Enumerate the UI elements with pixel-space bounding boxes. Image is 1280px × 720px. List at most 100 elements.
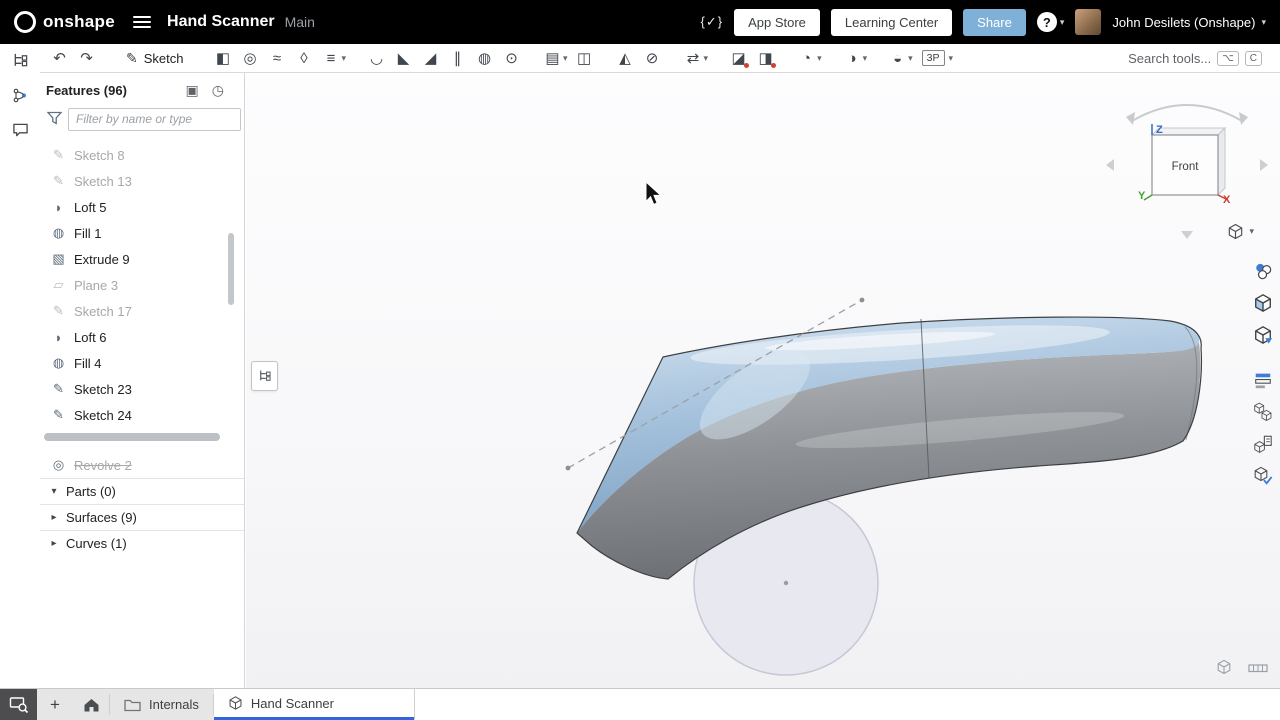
new-tab-button[interactable]: +	[37, 689, 73, 720]
rib-tool-icon[interactable]: ∥	[444, 46, 471, 70]
feature-filter-input[interactable]	[68, 108, 241, 131]
feature-item[interactable]: ◍Fill 1	[40, 220, 244, 246]
view-cube[interactable]: Front Z Y X	[1102, 83, 1272, 243]
chamfer-tool-icon[interactable]: ◣	[390, 46, 417, 70]
section-label: Parts (0)	[66, 484, 116, 499]
shell-tool-icon[interactable]: ◍	[471, 46, 498, 70]
circle-center-point[interactable]	[784, 581, 788, 585]
view-options-menu[interactable]: ▾	[1227, 223, 1254, 240]
thicken-tool-icon[interactable]: ≡	[317, 46, 344, 70]
custom-feature-chip[interactable]: 3P	[922, 50, 945, 66]
part-studio-icon	[228, 695, 243, 711]
feature-item[interactable]: ✎Sketch 23	[40, 376, 244, 402]
redo-button[interactable]: ↷	[73, 46, 100, 70]
feature-item[interactable]: ✎Sketch 24	[40, 402, 244, 428]
app-store-button[interactable]: App Store	[734, 9, 820, 36]
feature-item[interactable]: ◎Revolve 2	[40, 452, 244, 478]
move-face-tool-icon[interactable]: ◨	[752, 46, 779, 70]
appearance-panel-icon[interactable]	[1250, 258, 1276, 284]
vertical-scrollbar[interactable]	[228, 233, 234, 305]
workspace-name[interactable]: Main	[285, 14, 315, 30]
comments-icon[interactable]	[8, 118, 32, 142]
transform-tool-icon[interactable]: ⇄	[680, 46, 707, 70]
help-menu[interactable]: ? ▾	[1037, 12, 1065, 32]
rotate-west-icon	[1106, 159, 1114, 171]
versions-panel-icon[interactable]	[1250, 463, 1276, 489]
feature-item[interactable]: ◗Loft 5	[40, 194, 244, 220]
feature-label: Extrude 9	[74, 252, 130, 267]
tab-label: Hand Scanner	[251, 696, 334, 711]
onshape-app: onshape Hand Scanner Main {✓} App Store …	[0, 0, 1280, 720]
search-tools-label: Search tools...	[1128, 51, 1211, 66]
fill-icon: ◍	[51, 225, 66, 241]
linear-pattern-tool-icon[interactable]: ▤	[539, 46, 566, 70]
delete-face-tool-icon[interactable]: ◪	[725, 46, 752, 70]
chevron-down-icon[interactable]: ▾	[949, 53, 954, 64]
main-menu-icon[interactable]	[133, 16, 151, 29]
instances-panel-icon[interactable]	[1250, 399, 1276, 425]
feature-item[interactable]: ◗Loft 6	[40, 324, 244, 350]
app-header: onshape Hand Scanner Main {✓} App Store …	[0, 0, 1280, 44]
chevron-down-icon: ▾	[1249, 226, 1254, 237]
onshape-logo[interactable]: onshape	[14, 11, 115, 33]
left-rail	[0, 44, 40, 688]
comparison-panel-icon[interactable]	[1250, 367, 1276, 393]
named-views-icon[interactable]	[1250, 322, 1276, 348]
offset-surface-tool-icon[interactable]: ◔	[793, 46, 820, 70]
sketch-button[interactable]: ✎ Sketch	[114, 50, 195, 67]
feature-label: Loft 5	[74, 200, 107, 215]
learning-center-button[interactable]: Learning Center	[831, 9, 952, 36]
sweep-tool-icon[interactable]: ≈	[263, 46, 290, 70]
fillet-tool-icon[interactable]: ◡	[363, 46, 390, 70]
feature-script-icon[interactable]: {✓}	[701, 14, 724, 30]
feature-item[interactable]: ✎Sketch 17	[40, 298, 244, 324]
sketch-icon: ✎	[51, 303, 66, 319]
insert-reference-icon[interactable]: ▣	[186, 82, 199, 99]
search-tabs-button[interactable]	[0, 689, 37, 720]
revolve-tool-icon[interactable]: ◎	[236, 46, 263, 70]
feature-label: Sketch 8	[74, 148, 125, 163]
boolean-tool-icon[interactable]: ◭	[612, 46, 639, 70]
feature-item[interactable]: ◍Fill 4	[40, 350, 244, 376]
mirror-tool-icon[interactable]: ◫	[571, 46, 598, 70]
feature-item[interactable]: ▧Extrude 9	[40, 246, 244, 272]
share-button[interactable]: Share	[963, 9, 1026, 36]
sketch-icon: ✎	[51, 407, 66, 423]
tab-internals[interactable]: Internals	[110, 689, 213, 720]
extrude-surface-tool-icon[interactable]: ◑	[839, 46, 866, 70]
hole-tool-icon[interactable]: ⊙	[498, 46, 525, 70]
extrude-tool-icon[interactable]: ◧	[209, 46, 236, 70]
isometric-grid-icon[interactable]	[1216, 659, 1232, 680]
tab-hand-scanner[interactable]: Hand Scanner	[214, 689, 414, 720]
curves-section[interactable]: ▸ Curves (1)	[40, 530, 244, 556]
line-endpoint[interactable]	[566, 466, 571, 471]
split-tool-icon[interactable]: ⊘	[639, 46, 666, 70]
undo-button[interactable]: ↶	[46, 46, 73, 70]
feature-item[interactable]: ✎Sketch 13	[40, 168, 244, 194]
chevron-down-icon: ▾	[49, 486, 59, 497]
fill-surface-tool-icon[interactable]: ◒	[884, 46, 911, 70]
feature-item[interactable]: ✎Sketch 8	[40, 142, 244, 168]
surfaces-section[interactable]: ▸ Surfaces (9)	[40, 504, 244, 530]
feature-tree-icon[interactable]	[8, 48, 32, 72]
parts-section[interactable]: ▾ Parts (0)	[40, 478, 244, 504]
feature-label: Revolve 2	[74, 458, 132, 473]
feature-item[interactable]: ▱Plane 3	[40, 272, 244, 298]
avatar[interactable]	[1075, 9, 1101, 35]
display-states-icon[interactable]	[1250, 290, 1276, 316]
loft-tool-icon[interactable]: ◊	[290, 46, 317, 70]
line-endpoint[interactable]	[860, 298, 865, 303]
search-tools[interactable]: Search tools... ⌥ C	[1128, 51, 1262, 66]
versions-graph-icon[interactable]	[8, 83, 32, 107]
home-icon	[83, 697, 100, 713]
features-panel: Features (96) ▣ ◷ ✎Sketch 8 ✎Sketch 13 ◗…	[40, 73, 245, 688]
onshape-logo-text: onshape	[43, 12, 115, 32]
rollback-history-icon[interactable]: ◷	[212, 82, 224, 99]
user-menu[interactable]: John Desilets (Onshape) ▾	[1112, 15, 1266, 30]
home-tab-button[interactable]	[73, 689, 109, 720]
horizontal-scrollbar[interactable]	[44, 433, 220, 441]
right-dock	[1248, 258, 1278, 495]
draft-tool-icon[interactable]: ◢	[417, 46, 444, 70]
panel-collapse-handle[interactable]	[251, 361, 278, 391]
bom-panel-icon[interactable]	[1250, 431, 1276, 457]
